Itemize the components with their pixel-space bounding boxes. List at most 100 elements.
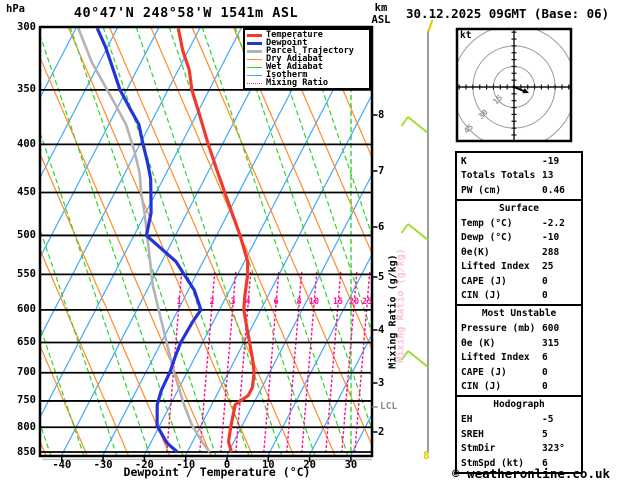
pressure-tick-label: 400: [17, 137, 36, 150]
dewpoint-curve: [95, 27, 203, 454]
table-row-label: CAPE (J): [461, 275, 507, 287]
table-row: SREH 5: [457, 427, 581, 442]
table-section-header: Most Unstable: [481, 308, 557, 319]
table-row: Temp (°C) -2.2: [457, 216, 581, 231]
km-tick-label: 2: [378, 425, 385, 438]
table-row-value: -2.2: [542, 217, 565, 229]
table-row: θe(K) 288: [457, 245, 581, 260]
pressure-tick-label: 500: [17, 228, 36, 241]
temperature-curve: [176, 28, 256, 453]
table-row: CAPE (J) 0: [457, 274, 581, 289]
table-section: Hodograph EH -5 SREH 5 StmDir 323° StmSpd (kt) 6: [455, 395, 583, 474]
pressure-tick-label: 600: [17, 303, 36, 316]
pressure-tick-label: 550: [17, 267, 36, 280]
table-row-label: CIN (J): [461, 290, 502, 302]
table-row: EH -5: [457, 413, 581, 428]
mixing-ratio-value-label: 2: [209, 297, 215, 307]
mixing-ratio-value-label: 20: [348, 297, 360, 307]
table-row-label: Lifted Index: [461, 352, 530, 364]
pressure-tick-label: 850: [17, 445, 36, 458]
table-row-value: 0: [542, 381, 548, 393]
table-row-value: 288: [542, 246, 560, 258]
mixing-ratio-value-label: 1: [176, 297, 182, 307]
hodograph: 153045: [455, 27, 573, 143]
km-tick-label: 4: [378, 323, 385, 336]
table-row-value: 0: [542, 275, 548, 287]
table-row: CIN (J) 0: [457, 289, 581, 304]
table-row-value: -5: [542, 414, 554, 426]
table-row-value: 0.46: [542, 184, 565, 196]
table-row: CIN (J) 0: [457, 380, 581, 395]
pressure-unit-label: hPa: [6, 3, 25, 15]
table-row: StmDir 323°: [457, 442, 581, 457]
table-row-label: StmDir: [461, 443, 496, 455]
table-row-value: 323°: [542, 443, 565, 455]
legend: Temperature Dewpoint Parcel Trajectory Dry …: [243, 28, 371, 90]
km-label: km: [374, 2, 388, 14]
legend-item: Mixing Ratio: [247, 79, 367, 87]
table-row-value: 6: [542, 352, 548, 364]
table-row-label: CIN (J): [461, 381, 502, 393]
table-row-value: 25: [542, 261, 554, 273]
pressure-tick-label: 350: [17, 83, 36, 96]
table-row-label: Lifted Index: [461, 261, 530, 273]
km-tick-label: 5: [378, 270, 385, 283]
table-row-label: Pressure (mb): [461, 323, 536, 335]
km-asl-axis-title: km ASL: [364, 2, 398, 26]
table-row: PW (cm) 0.46: [457, 183, 581, 198]
table-row-value: 315: [542, 337, 560, 349]
table-row-label: SREH: [461, 428, 484, 440]
mixing-ratio-value-label: 10: [308, 297, 320, 307]
table-section: Most Unstable Pressure (mb) 600 θe (K) 315 Li…: [455, 304, 583, 397]
legend-line-sample: [247, 66, 262, 68]
table-section-header: Surface: [498, 202, 540, 214]
km-tick-label: 6: [378, 220, 385, 233]
legend-item: Temperature: [247, 31, 367, 39]
temp-tick-label: -40: [52, 459, 72, 471]
table-row-value: 5: [542, 428, 548, 440]
legend-line-sample: [247, 82, 262, 84]
wind-staff-bottom-label: 8: [423, 449, 430, 462]
table-row: Lifted Index 6: [457, 351, 581, 366]
table-row-label: Totals Totals: [461, 170, 536, 182]
mixing-ratio-value-label: 25: [361, 297, 373, 307]
table-row-value: -19: [542, 155, 560, 167]
temp-tick-label: 10: [261, 459, 275, 471]
temp-tick-label: -10: [176, 459, 196, 471]
datetime-label: 30.12.2025 09GMT (Base: 06): [406, 6, 610, 21]
km-tick-label: 7: [378, 164, 385, 177]
table-section-header: Hodograph: [493, 399, 545, 410]
table-row-value: 13: [542, 170, 554, 182]
table-row-label: PW (cm): [461, 184, 502, 196]
table-row-label: θe(K): [461, 246, 490, 258]
table-row-label: Temp (°C): [461, 217, 513, 229]
station-title: 40°47'N 248°58'W 1541m ASL: [73, 5, 299, 21]
table-row-label: Dewp (°C): [461, 232, 513, 244]
asl-label: ASL: [371, 14, 391, 26]
table-row-value: 0: [542, 290, 548, 302]
legend-item: Wet Adiabat: [247, 63, 367, 71]
temp-tick-label: 0: [223, 459, 231, 471]
legend-line-sample: [247, 74, 262, 76]
table-row-value: 600: [542, 323, 560, 335]
table-row: Lifted Index 25: [457, 260, 581, 275]
table-row-value: -10: [542, 232, 560, 244]
table-row-label: θe (K): [461, 337, 496, 349]
pressure-tick-label: 750: [17, 394, 36, 407]
mixing-ratio-value-label: 8: [296, 297, 302, 307]
mixing-ratio-value-label: 3: [230, 297, 236, 307]
legend-line-sample: [247, 33, 262, 37]
temp-tick-label: 30: [344, 459, 358, 471]
table-row: Pressure (mb) 600: [457, 322, 581, 337]
km-tick-label: 8: [378, 108, 385, 121]
pressure-tick-label: 300: [17, 20, 36, 33]
table-section: K -19 Totals Totals 13 PW (cm) 0.46: [455, 151, 583, 201]
hodograph-unit-label: kt: [460, 30, 472, 41]
copyright: © weatheronline.co.uk: [452, 466, 611, 481]
temp-tick-label: -30: [93, 459, 113, 471]
parcel-trajectory-curve: [77, 27, 211, 453]
legend-line-sample: [247, 58, 262, 60]
legend-item-label: Mixing Ratio: [266, 78, 329, 88]
indices-table: K -19 Totals Totals 13 PW (cm) 0.46 Surface Tem…: [455, 151, 583, 474]
lcl-label: LCL: [380, 401, 398, 412]
